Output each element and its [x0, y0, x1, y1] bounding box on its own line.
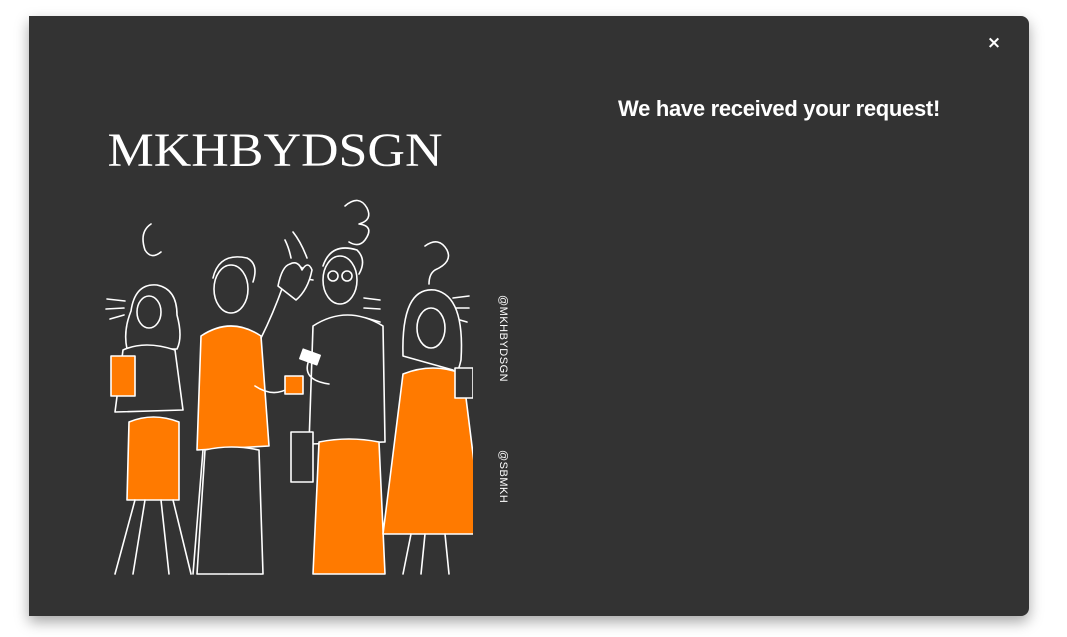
- confirmation-headline: We have received your request!: [618, 96, 940, 121]
- person-4: [382, 289, 473, 575]
- success-modal: × MKHBYDSGN @MKHBYDSGN @SBMKH We have re…: [29, 16, 1029, 616]
- person-2: [192, 256, 313, 575]
- logo-text: MKHBYDSGN: [108, 124, 443, 177]
- person-3: [290, 247, 386, 575]
- person-1: [110, 284, 192, 575]
- close-button[interactable]: ×: [983, 32, 1005, 54]
- team-illustration-icon: MKHBYDSGN: [105, 124, 473, 575]
- social-handle-instagram: @MKHBYDSGN: [497, 295, 509, 383]
- social-handle-secondary: @SBMKH: [497, 450, 509, 504]
